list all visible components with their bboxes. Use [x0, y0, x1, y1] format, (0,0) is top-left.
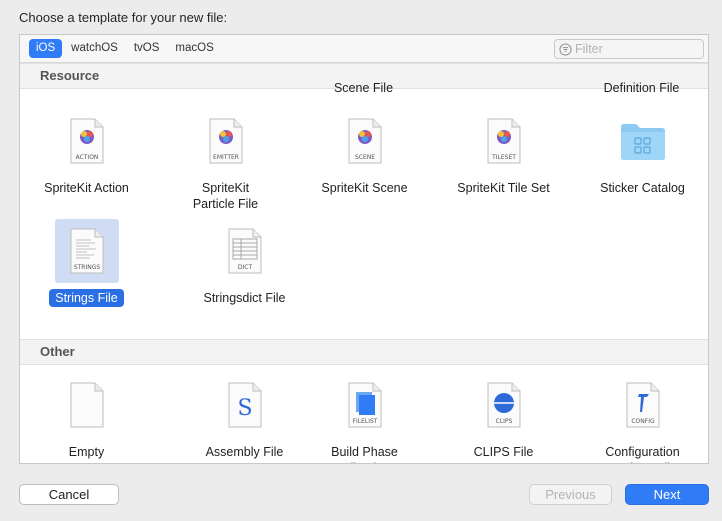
template-build-phase-file-list[interactable]: FILELIST Build Phase File List — [295, 373, 434, 463]
template-chooser: iOS watchOS tvOS macOS Resource Scene Fi… — [19, 34, 709, 464]
template-label: Empty — [68, 445, 105, 459]
template-strings-file[interactable]: STRINGS Strings File — [20, 219, 156, 307]
cancel-button[interactable]: Cancel — [19, 484, 119, 505]
spritekit-action-icon: ACTION — [70, 118, 103, 164]
tab-tvos[interactable]: tvOS — [127, 39, 167, 58]
spritekit-particle-icon: EMITTER — [209, 118, 242, 164]
svg-text:FILELIST: FILELIST — [352, 418, 377, 425]
svg-text:S: S — [237, 396, 252, 421]
filter-icon — [559, 42, 572, 56]
spritekit-scene-icon: SCENE — [348, 118, 381, 164]
tab-macos[interactable]: macOS — [168, 39, 220, 58]
template-label: CLIPS File — [473, 445, 534, 459]
filter-field[interactable] — [554, 39, 704, 59]
clipped-item-label: Scene File — [333, 81, 394, 95]
platform-tabs: iOS watchOS tvOS macOS — [29, 39, 223, 58]
config-file-icon: CONFIG — [626, 382, 659, 428]
template-label: SpriteKit Tile Set — [457, 181, 550, 195]
clipped-item-label: Definition File — [603, 81, 680, 95]
clips-file-icon: CLIPS — [487, 382, 520, 428]
template-spritekit-tileset[interactable]: TILESET SpriteKit Tile Set — [434, 109, 573, 197]
assembly-file-icon: S — [228, 382, 261, 428]
template-spritekit-scene[interactable]: SCENE SpriteKit Scene — [295, 109, 434, 197]
template-label: Stringsdict File — [203, 291, 286, 305]
empty-file-icon — [70, 382, 103, 428]
template-sticker-catalog[interactable]: Sticker Catalog — [573, 109, 708, 197]
svg-text:SCENE: SCENE — [354, 154, 374, 161]
svg-text:CLIPS: CLIPS — [495, 418, 512, 425]
filter-input[interactable] — [575, 42, 695, 56]
svg-text:STRINGS: STRINGS — [73, 264, 100, 271]
template-label: SpriteKit Scene — [321, 181, 408, 195]
tab-watchos[interactable]: watchOS — [64, 39, 125, 58]
strings-file-icon: STRINGS — [70, 228, 103, 274]
svg-text:TILESET: TILESET — [491, 154, 516, 161]
template-clips-file[interactable]: CLIPS CLIPS File — [434, 373, 573, 461]
template-label: Sticker Catalog — [600, 181, 685, 195]
dialog-prompt: Choose a template for your new file: — [19, 10, 228, 25]
template-label: Assembly File — [205, 445, 284, 459]
template-configuration-settings-file[interactable]: CONFIG Configuration Settings File — [573, 373, 708, 463]
template-label: SpriteKit Particle File — [192, 181, 259, 211]
next-button[interactable]: Next — [625, 484, 709, 505]
template-label: Build Phase File List — [331, 445, 398, 463]
tab-ios[interactable]: iOS — [29, 39, 63, 58]
platform-toolbar: iOS watchOS tvOS macOS — [20, 35, 708, 63]
template-label: Strings File — [49, 289, 124, 307]
spritekit-tileset-icon: TILESET — [487, 118, 520, 164]
template-spritekit-action[interactable]: ACTION SpriteKit Action — [20, 109, 156, 197]
template-spritekit-particle[interactable]: EMITTER SpriteKit Particle File — [156, 109, 295, 213]
svg-text:CONFIG: CONFIG — [631, 418, 655, 425]
filelist-icon: FILELIST — [348, 382, 381, 428]
sticker-catalog-folder-icon — [620, 124, 665, 160]
svg-text:EMITTER: EMITTER — [213, 154, 239, 161]
svg-text:ACTION: ACTION — [75, 154, 98, 161]
other-grid: Empty S Assembly File FILELIST Build Pha… — [20, 365, 708, 463]
section-header-other: Other — [20, 339, 708, 365]
template-empty[interactable]: Empty — [20, 373, 156, 461]
previous-button[interactable]: Previous — [529, 484, 612, 505]
resource-grid: Scene File Definition File ACTION Sprite… — [20, 81, 708, 339]
template-label: SpriteKit Action — [44, 181, 129, 195]
template-stringsdict-file[interactable]: DICT Stringsdict File — [175, 219, 314, 307]
stringsdict-file-icon: DICT — [228, 228, 261, 274]
svg-text:DICT: DICT — [237, 264, 252, 271]
template-assembly-file[interactable]: S Assembly File — [175, 373, 314, 461]
template-label: Configuration Settings File — [605, 445, 680, 463]
